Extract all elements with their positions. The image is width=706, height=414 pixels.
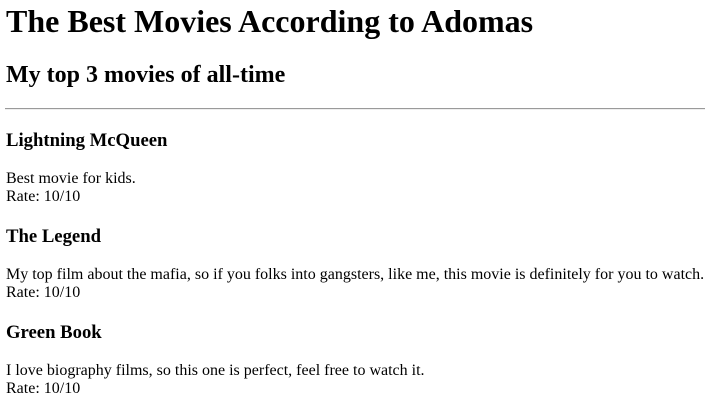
movie-rating: Rate: 10/10 <box>6 380 81 397</box>
movie-description: My top film about the mafia, so if you f… <box>6 266 705 283</box>
movie-entry-lightning-mcqueen: Lightning McQueen Best movie for kids. R… <box>6 130 700 206</box>
divider <box>5 108 705 110</box>
page-content: The Best Movies According to Adomas My t… <box>0 0 706 398</box>
movie-entry-the-legend: The Legend My top film about the mafia, … <box>6 226 705 302</box>
movie-rating: Rate: 10/10 <box>6 284 81 301</box>
movie-entry-green-book: Green Book I love biography films, so th… <box>6 322 700 398</box>
movie-rating: Rate: 10/10 <box>6 188 81 205</box>
movie-title: The Legend <box>6 226 102 247</box>
movie-title: Green Book <box>6 322 102 343</box>
movie-description: I love biography films, so this one is p… <box>6 362 425 379</box>
movie-title: Lightning McQueen <box>6 130 168 151</box>
page-subtitle: My top 3 movies of all-time <box>6 62 286 88</box>
page-title: The Best Movies According to Adomas <box>6 3 534 39</box>
movie-description: Best movie for kids. <box>6 170 136 187</box>
